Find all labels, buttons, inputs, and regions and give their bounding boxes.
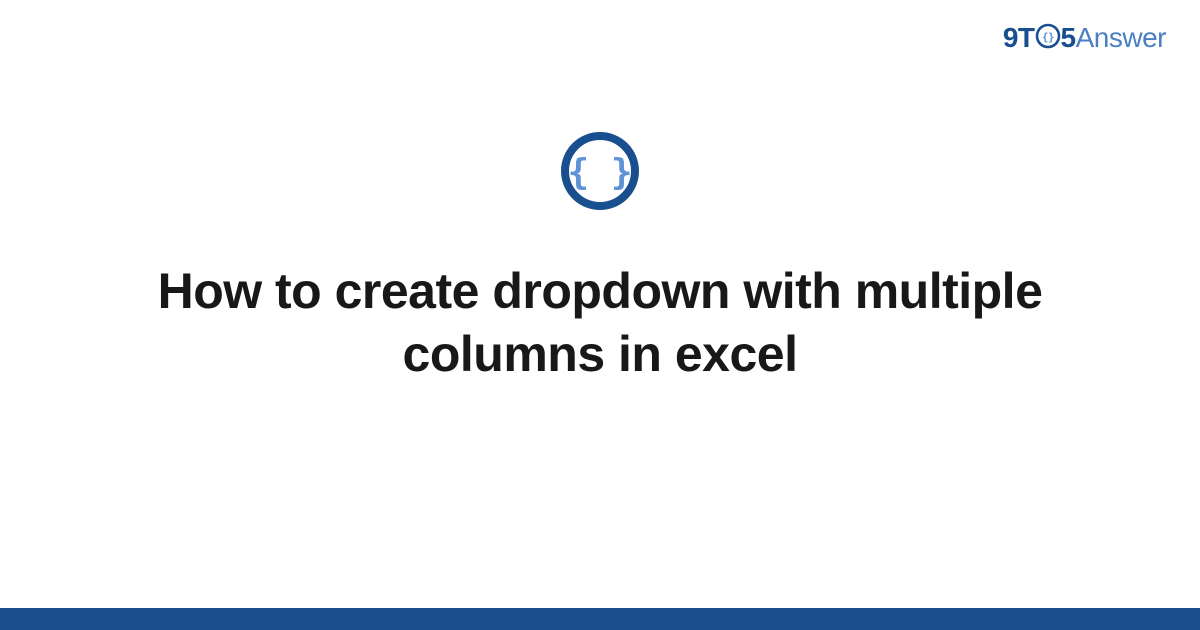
logo-braces-icon: {} xyxy=(1035,23,1061,49)
svg-text:{ }: { } xyxy=(567,152,632,193)
bottom-accent-bar xyxy=(0,608,1200,630)
braces-icon: { } xyxy=(559,130,641,212)
svg-text:{}: {} xyxy=(1041,31,1053,44)
logo-text-5: 5 xyxy=(1061,22,1076,53)
page-title: How to create dropdown with multiple col… xyxy=(0,260,1200,385)
site-logo: 9T {} 5Answer xyxy=(1003,22,1166,54)
logo-text-answer: Answer xyxy=(1076,22,1166,53)
logo-text-9t: 9T xyxy=(1003,22,1035,53)
